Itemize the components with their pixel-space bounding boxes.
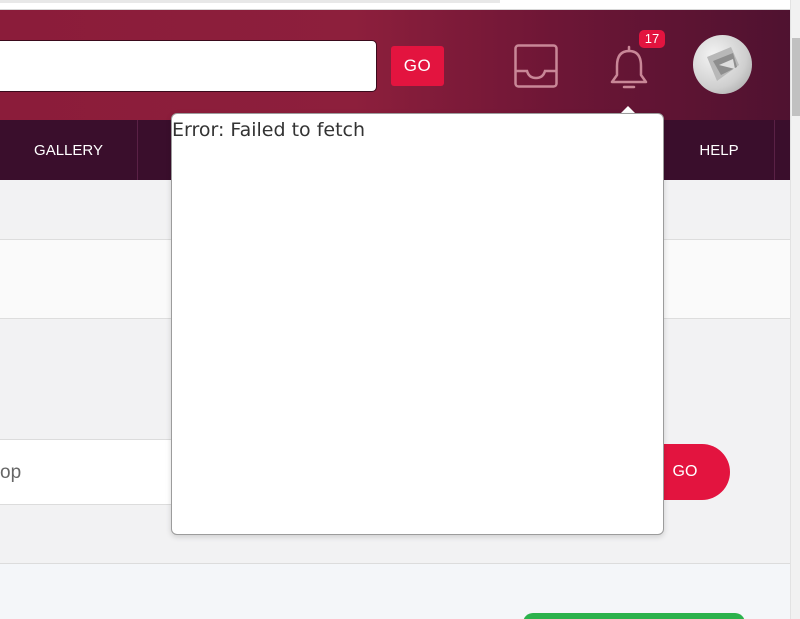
avatar[interactable] [693, 35, 752, 94]
page-scrollbar[interactable] [790, 0, 800, 619]
browser-top-strip [0, 0, 790, 10]
popup-error-message: Error: Failed to fetch [172, 119, 366, 141]
avatar-image [707, 47, 739, 81]
notifications-popup: Error: Failed to fetch [171, 113, 664, 535]
bottom-section [0, 563, 790, 619]
notification-badge: 17 [639, 30, 665, 48]
scrollbar-thumb[interactable] [792, 38, 800, 116]
search-go-button[interactable]: GO [391, 46, 444, 86]
inbox-icon[interactable] [514, 44, 558, 88]
location-input[interactable] [0, 439, 190, 505]
page: GO 17 GALLERY HELP op GO Error: Failed t… [0, 0, 800, 619]
search-input[interactable] [0, 40, 377, 92]
site-header: GO 17 [0, 10, 790, 120]
selection-highlight [0, 0, 500, 3]
location-input-value: op [0, 462, 22, 483]
green-action-button[interactable] [523, 613, 745, 619]
nav-item-help[interactable]: HELP [663, 120, 775, 180]
nav-item-gallery[interactable]: GALLERY [0, 120, 138, 180]
bell-icon[interactable] [606, 44, 652, 92]
